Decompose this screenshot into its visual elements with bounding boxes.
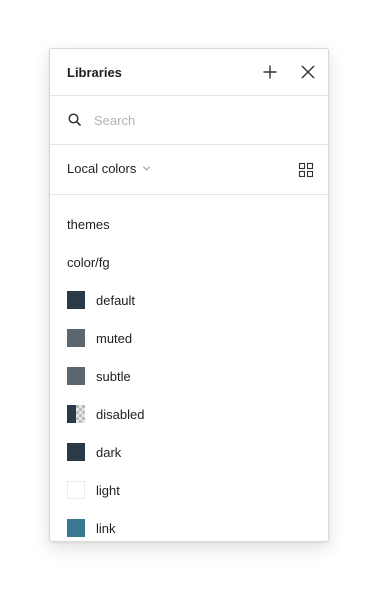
panel-title: Libraries [67, 65, 122, 80]
filter-bar: Local colors [50, 145, 328, 195]
color-item-light[interactable]: light [50, 475, 328, 505]
filter-selected-label: Local colors [67, 161, 137, 176]
color-name: default [96, 293, 136, 308]
color-swatch [67, 367, 85, 385]
library-filter-dropdown[interactable]: Local colors [67, 161, 151, 176]
color-swatch [67, 519, 85, 537]
color-swatch [67, 481, 85, 499]
color-swatch [67, 329, 85, 347]
search-bar [50, 96, 328, 145]
group-header-themes: themes [67, 217, 110, 232]
color-item-disabled[interactable]: disabled [50, 399, 328, 429]
plus-icon [263, 65, 277, 79]
color-item-link[interactable]: link [50, 513, 328, 541]
color-item-dark[interactable]: dark [50, 437, 328, 467]
close-icon [301, 65, 315, 79]
color-name: muted [96, 331, 133, 346]
search-icon [68, 113, 82, 127]
group-subheader-color-fg: color/fg [67, 255, 110, 270]
libraries-panel: Libraries Local colors [49, 48, 329, 542]
color-name: dark [96, 445, 122, 460]
grid-view-icon[interactable] [298, 162, 314, 178]
color-name: light [96, 483, 120, 498]
add-library-button[interactable] [258, 60, 282, 84]
color-swatch-transparent [67, 405, 85, 423]
color-swatch [67, 443, 85, 461]
close-button[interactable] [296, 60, 320, 84]
color-name: disabled [96, 407, 145, 422]
chevron-down-icon [143, 166, 151, 171]
search-input[interactable] [94, 110, 304, 130]
color-name: subtle [96, 369, 131, 384]
color-swatch [67, 291, 85, 309]
color-name: link [96, 521, 116, 536]
color-item-muted[interactable]: muted [50, 323, 328, 353]
color-item-default[interactable]: default [50, 285, 328, 315]
color-item-subtle[interactable]: subtle [50, 361, 328, 391]
panel-header: Libraries [50, 49, 328, 96]
